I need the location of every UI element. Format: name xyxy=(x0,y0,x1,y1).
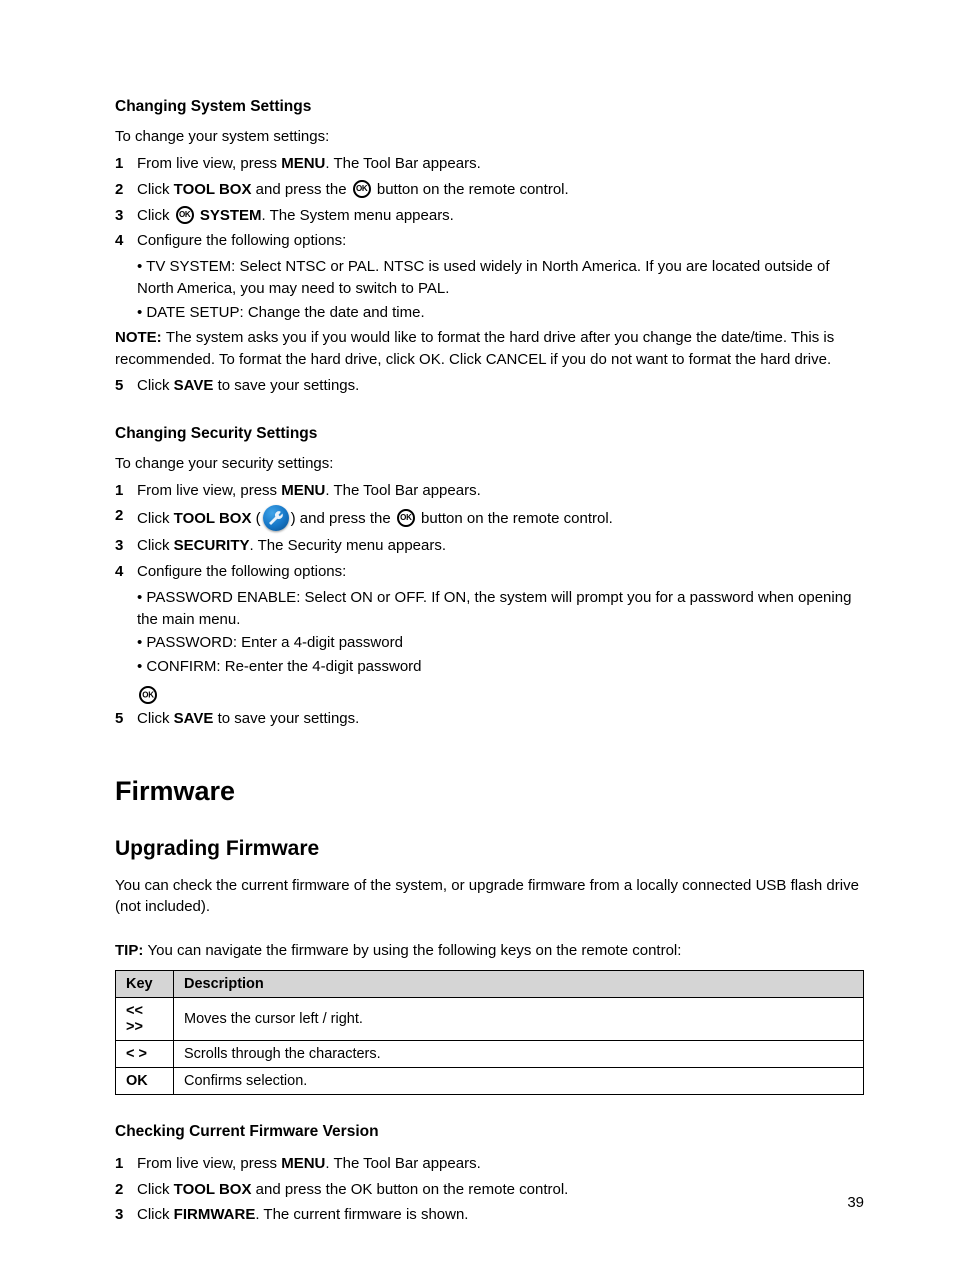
step-2: 2 Click TOOL BOX and press the button on… xyxy=(115,179,864,201)
section-intro: To change your system settings: xyxy=(115,128,864,145)
step-1: 1 From live view, press MENU. The Tool B… xyxy=(115,153,864,175)
table-row: < > Scrolls through the characters. xyxy=(116,1040,864,1067)
security-step-5-line xyxy=(137,686,864,704)
ok-icon xyxy=(139,686,157,704)
fw-step-1: 1 From live view, press MENU. The Tool B… xyxy=(115,1153,864,1175)
col-description: Description xyxy=(174,970,864,997)
heading-firmware: Firmware xyxy=(115,776,864,807)
ok-icon xyxy=(176,206,194,224)
firmware-body: You can check the current firmware of th… xyxy=(115,875,864,919)
substep-password-enable: • PASSWORD ENABLE: Select ON or OFF. If … xyxy=(137,587,864,631)
tip-line: TIP: You can navigate the firmware by us… xyxy=(115,940,864,962)
col-key: Key xyxy=(116,970,174,997)
step-5: 5 Click SAVE to save your settings. xyxy=(115,708,864,730)
step-3: 3 Click SECURITY. The Security menu appe… xyxy=(115,535,864,557)
section-title: Changing System Settings xyxy=(115,98,864,116)
remote-keys-table: Key Description << >> Moves the cursor l… xyxy=(115,970,864,1095)
table-row: OK Confirms selection. xyxy=(116,1067,864,1094)
table-row: << >> Moves the cursor left / right. xyxy=(116,997,864,1040)
step-3: 3 Click SYSTEM. The System menu appears. xyxy=(115,205,864,227)
section-title: Changing Security Settings xyxy=(115,425,864,443)
fw-step-3: 3 Click FIRMWARE. The current firmware i… xyxy=(115,1204,864,1226)
section-system-settings: Changing System Settings To change your … xyxy=(115,98,864,397)
wrench-icon xyxy=(263,505,289,531)
step-1: 1 From live view, press MENU. The Tool B… xyxy=(115,480,864,502)
substep-tvsystem: • TV SYSTEM: Select NTSC or PAL. NTSC is… xyxy=(137,256,864,300)
section-firmware: Firmware Upgrading Firmware You can chec… xyxy=(115,776,864,1227)
step-5: 5 Click SAVE to save your settings. xyxy=(115,375,864,397)
step-4: 4 Configure the following options: xyxy=(115,230,864,252)
page-number: 39 xyxy=(847,1194,864,1211)
ok-icon xyxy=(353,180,371,198)
heading-upgrade: Upgrading Firmware xyxy=(115,837,864,861)
section-intro: To change your security settings: xyxy=(115,455,864,472)
ok-icon xyxy=(397,509,415,527)
step-2: 2 Click TOOL BOX () and press the button… xyxy=(115,505,864,531)
note: NOTE: The system asks you if you would l… xyxy=(115,327,864,371)
section-security-settings: Changing Security Settings To change you… xyxy=(115,425,864,730)
checking-title: Checking Current Firmware Version xyxy=(115,1123,864,1141)
substep-confirm: • CONFIRM: Re-enter the 4-digit password xyxy=(137,656,864,678)
fw-step-2: 2 Click TOOL BOX and press the OK button… xyxy=(115,1179,864,1201)
substep-password: • PASSWORD: Enter a 4-digit password xyxy=(137,632,864,654)
step-4: 4 Configure the following options: xyxy=(115,561,864,583)
substep-datesetup: • DATE SETUP: Change the date and time. xyxy=(137,302,864,324)
